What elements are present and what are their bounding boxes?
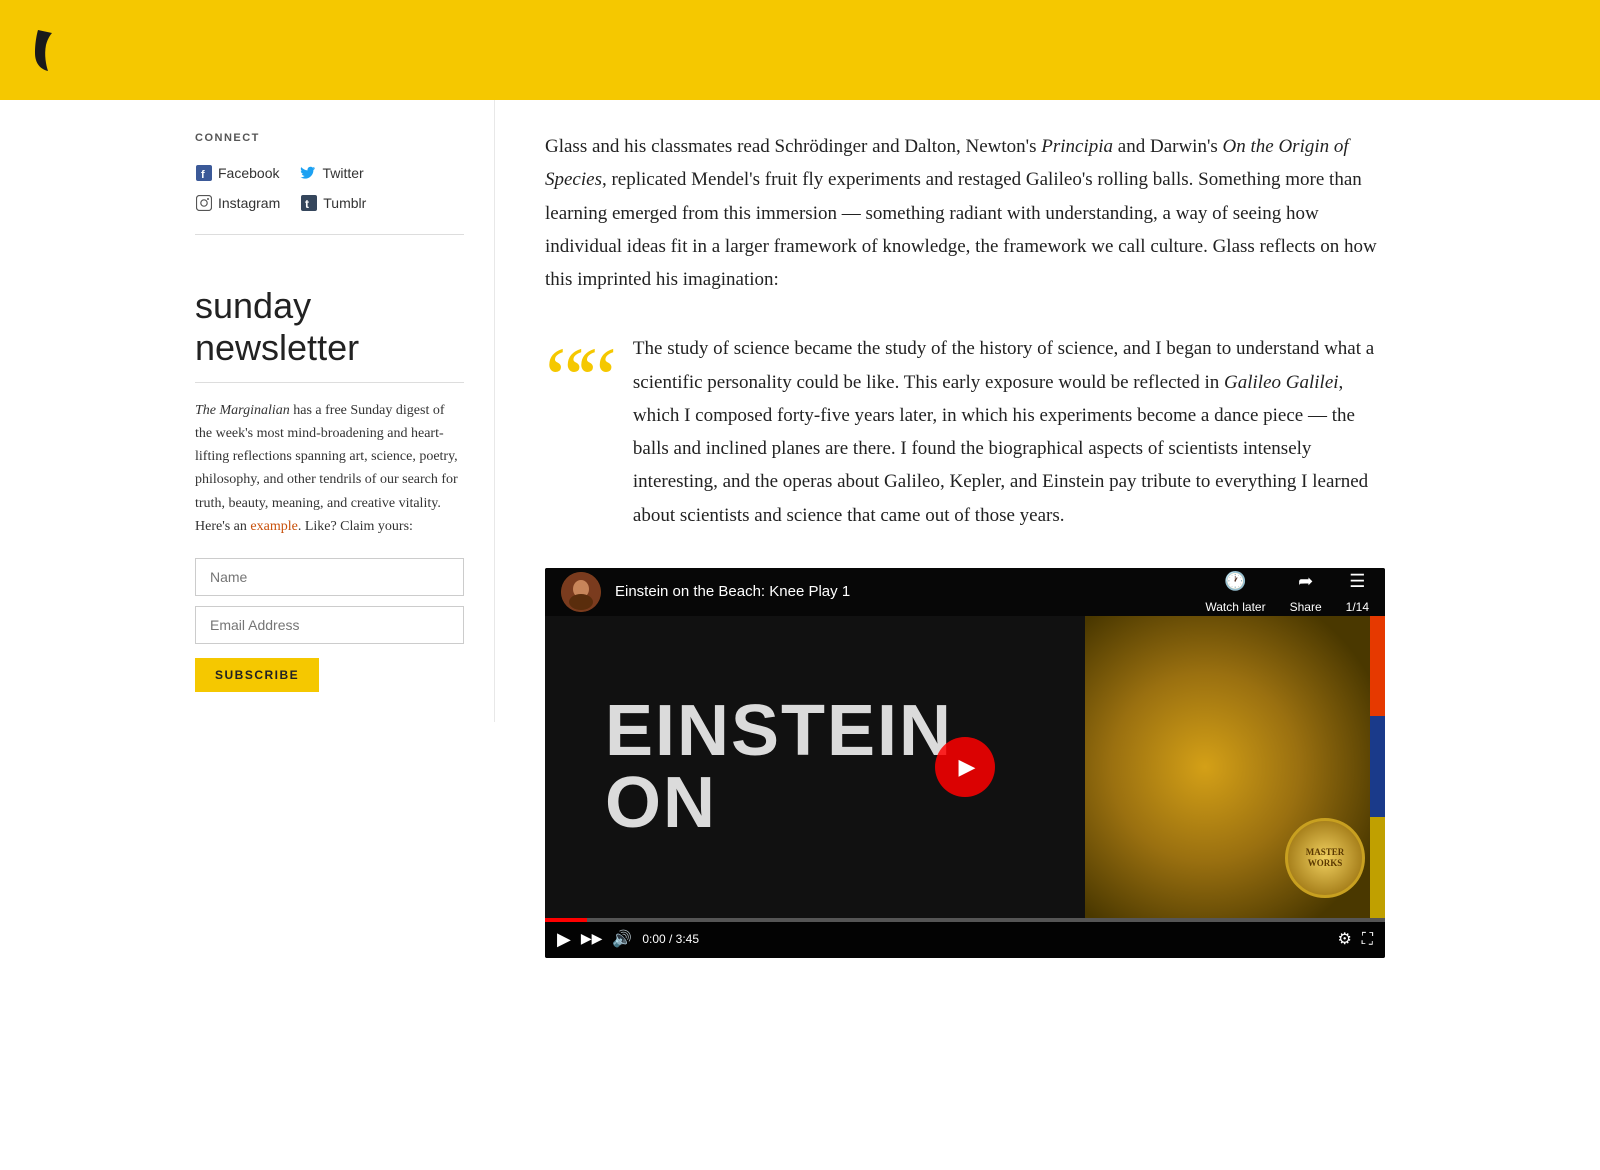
newsletter-site-name: The Marginalian bbox=[195, 403, 290, 418]
play-button-overlay[interactable]: ▶ bbox=[935, 737, 995, 797]
next-button[interactable]: ▶▶ bbox=[581, 929, 603, 951]
video-progress-bar[interactable] bbox=[545, 918, 1385, 922]
watch-later-button[interactable]: 🕐 Watch later bbox=[1205, 568, 1265, 617]
menu-icon: ☰ bbox=[1349, 568, 1365, 596]
top-banner bbox=[0, 0, 1600, 100]
stripe-red bbox=[1370, 616, 1385, 717]
video-bottom-controls: ▶ ▶▶ 🔊 0:00 / 3:45 ⚙ ⛶ bbox=[545, 922, 1385, 958]
twitter-link[interactable]: Twitter bbox=[299, 162, 363, 184]
connect-title: CONNECT bbox=[195, 130, 464, 148]
instagram-link[interactable]: Instagram bbox=[195, 192, 280, 214]
video-medal-bg: MASTERWORKS bbox=[1085, 616, 1385, 918]
video-channel-thumbnail bbox=[561, 572, 601, 612]
tumblr-icon: t bbox=[300, 194, 318, 212]
page-layout: CONNECT f Facebook Twitter bbox=[165, 100, 1435, 988]
svg-text:t: t bbox=[305, 197, 309, 211]
einstein-text-line1: EINSTEIN bbox=[605, 695, 953, 767]
tumblr-link[interactable]: t Tumblr bbox=[300, 192, 366, 214]
settings-button[interactable]: ⚙ bbox=[1337, 927, 1351, 953]
instagram-icon bbox=[195, 194, 213, 212]
svg-text:f: f bbox=[201, 169, 205, 181]
medal-circle: MASTERWORKS bbox=[1285, 818, 1365, 898]
video-main-area: MASTERWORKS EINSTEIN ON ▶ bbox=[545, 616, 1385, 918]
clock-icon: 🕐 bbox=[1224, 568, 1246, 596]
einstein-text-line2: ON bbox=[605, 767, 953, 839]
newsletter-title: sunday newsletter bbox=[195, 285, 464, 383]
video-stripes bbox=[1370, 616, 1385, 918]
blockquote-container: ““ The study of science became the study… bbox=[545, 332, 1385, 532]
main-content: Glass and his classmates read Schrödinge… bbox=[495, 100, 1435, 988]
quote-marks-icon: ““ bbox=[545, 342, 609, 419]
twitter-icon bbox=[299, 164, 317, 182]
video-text-overlay: EINSTEIN ON bbox=[605, 695, 953, 839]
video-top-bar: Einstein on the Beach: Knee Play 1 🕐 Wat… bbox=[545, 568, 1385, 616]
share-icon: ➦ bbox=[1298, 568, 1313, 596]
sidebar: CONNECT f Facebook Twitter bbox=[165, 100, 495, 722]
article-paragraph: Glass and his classmates read Schrödinge… bbox=[545, 130, 1385, 296]
video-progress-fill bbox=[545, 918, 587, 922]
newsletter-description: The Marginalian has a free Sunday digest… bbox=[195, 399, 464, 538]
volume-button[interactable]: 🔊 bbox=[612, 927, 632, 953]
blockquote-text: The study of science became the study of… bbox=[633, 332, 1385, 532]
name-input[interactable] bbox=[195, 558, 464, 596]
play-pause-button[interactable]: ▶ bbox=[557, 925, 571, 954]
social-links: f Facebook Twitter Instagram bbox=[195, 162, 464, 215]
newsletter-section: sunday newsletter The Marginalian has a … bbox=[195, 275, 464, 691]
stripe-gold bbox=[1370, 817, 1385, 918]
video-controls-right: 🕐 Watch later ➦ Share ☰ 1/14 bbox=[1205, 568, 1369, 617]
stripe-blue bbox=[1370, 716, 1385, 817]
facebook-icon: f bbox=[195, 164, 213, 182]
connect-section: CONNECT f Facebook Twitter bbox=[195, 130, 464, 235]
site-logo[interactable] bbox=[30, 25, 70, 75]
example-link[interactable]: example bbox=[250, 519, 297, 534]
menu-button[interactable]: ☰ 1/14 bbox=[1346, 568, 1369, 617]
share-button[interactable]: ➦ Share bbox=[1290, 568, 1322, 617]
subscribe-button[interactable]: SUBSCRIBE bbox=[195, 658, 319, 692]
video-container: Einstein on the Beach: Knee Play 1 🕐 Wat… bbox=[545, 568, 1385, 958]
fullscreen-button[interactable]: ⛶ bbox=[1362, 927, 1373, 953]
video-title: Einstein on the Beach: Knee Play 1 bbox=[615, 580, 1191, 604]
play-icon: ▶ bbox=[959, 749, 976, 784]
email-input[interactable] bbox=[195, 606, 464, 644]
time-display: 0:00 / 3:45 bbox=[642, 930, 699, 949]
facebook-link[interactable]: f Facebook bbox=[195, 162, 279, 184]
